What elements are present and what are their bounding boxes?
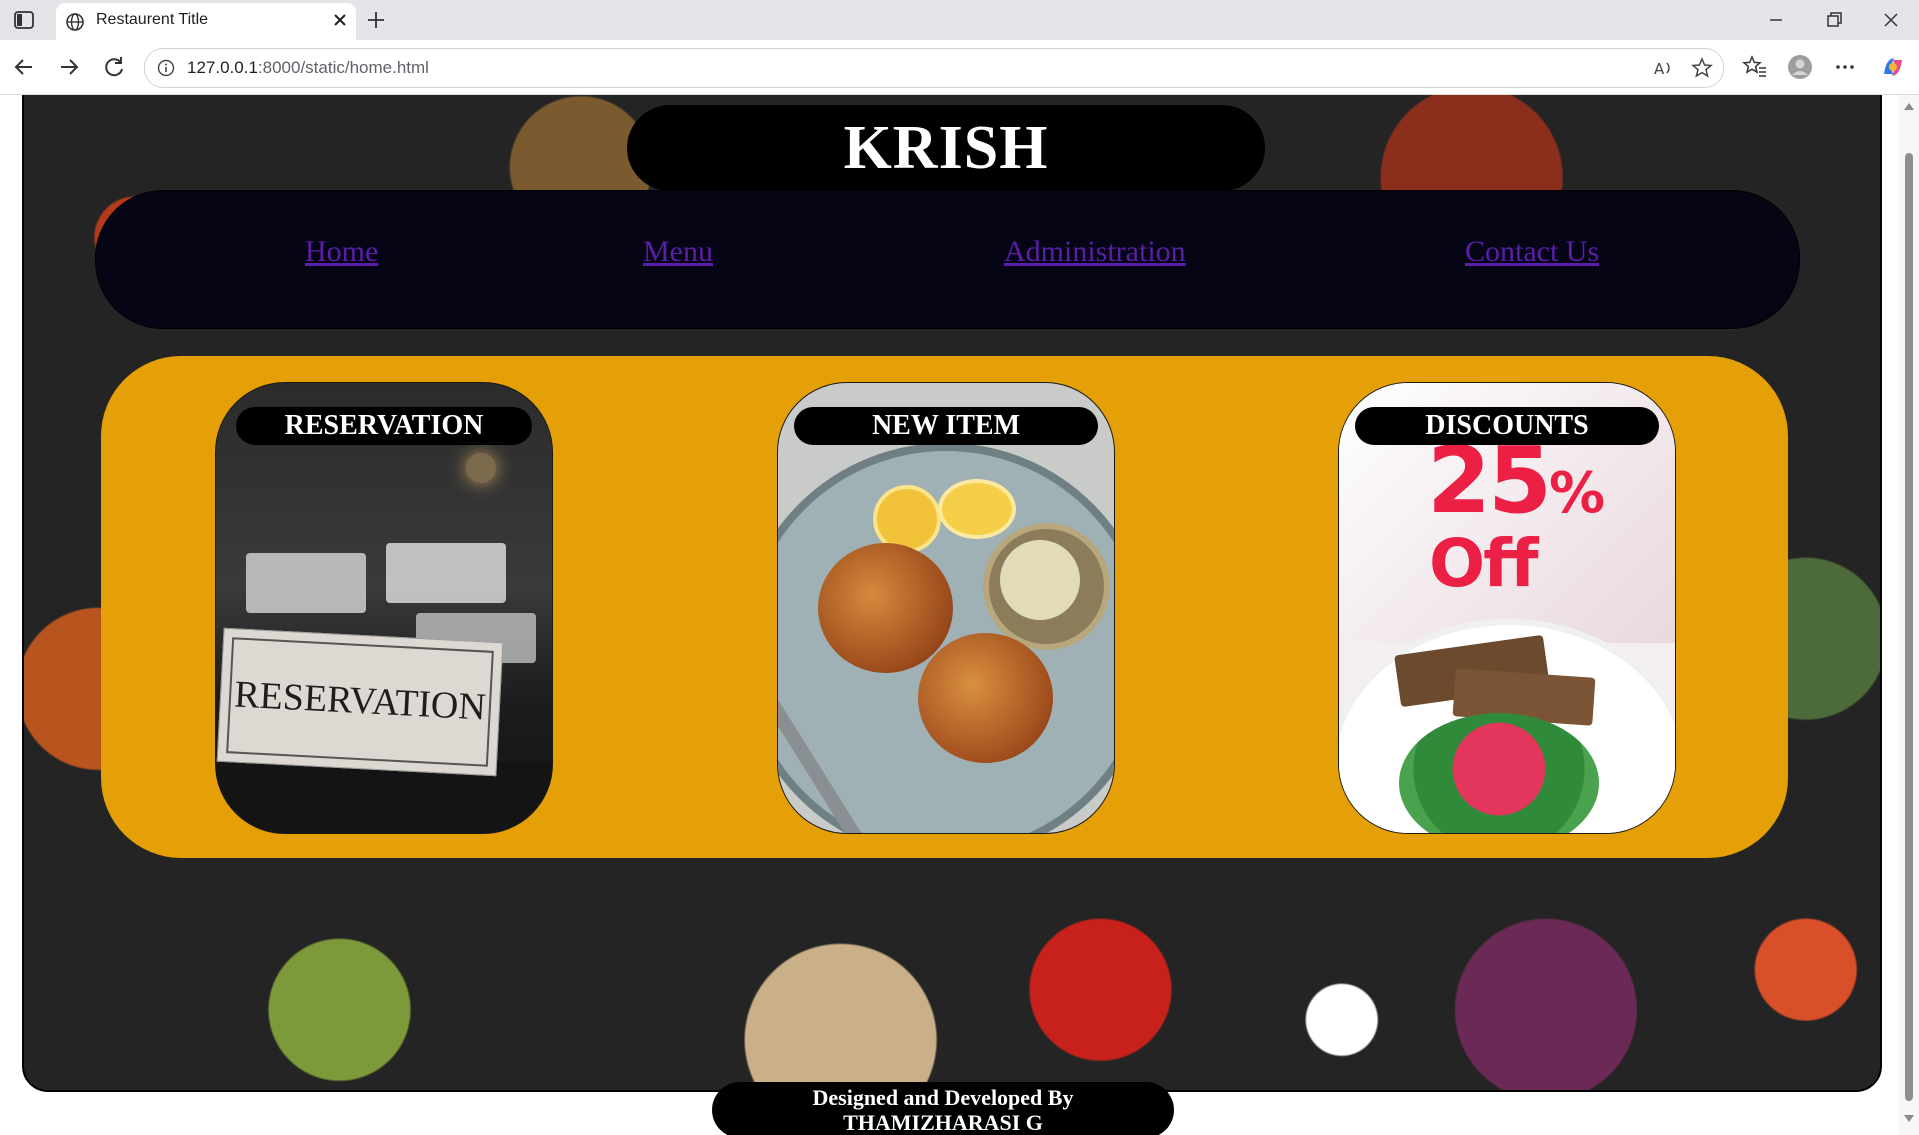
forward-icon[interactable] [55,53,83,81]
discounts-card-label: DISCOUNTS [1355,407,1659,445]
reservation-sign-image: RESERVATION [216,627,504,777]
feature-panel: RESERVATION RESERVATION NEW ITEM 25% Off… [101,356,1788,858]
discount-percent: 25% [1427,427,1605,534]
window-close-icon[interactable] [1879,8,1903,32]
url-field[interactable]: 127.0.0.1:8000/static/home.html A [144,48,1724,88]
nav-administration-link[interactable]: Administration [1004,235,1186,269]
minimize-icon[interactable] [1764,8,1788,32]
discounts-card[interactable]: 25% Off DISCOUNTS [1338,382,1676,834]
footer-credit: Designed and Developed By THAMIZHARASI G [712,1082,1174,1135]
read-aloud-icon[interactable]: A [1652,57,1674,79]
reservation-sign-text: RESERVATION [226,637,494,767]
fish-cake-image [918,633,1053,763]
lamp-decor [466,453,496,483]
globe-icon [66,13,84,31]
more-icon[interactable] [1832,54,1858,80]
sauce-image [1000,540,1080,620]
plus-icon[interactable] [364,8,388,32]
close-icon[interactable] [328,8,352,32]
scroll-down-icon[interactable] [1904,1115,1914,1122]
hero-section: KRISH Home Menu Administration Contact U… [22,95,1882,1092]
new-item-card[interactable]: NEW ITEM [777,382,1115,834]
refresh-icon[interactable] [100,53,128,81]
main-nav: Home Menu Administration Contact Us [95,190,1800,329]
browser-tab[interactable]: Restaurent Title [56,3,356,40]
table-decor [386,543,506,603]
svg-text:A: A [1654,60,1665,78]
footer-line-1: Designed and Developed By [812,1085,1074,1110]
fish-cake-image [818,543,953,673]
scrollbar[interactable] [1899,95,1919,1135]
address-bar: 127.0.0.1:8000/static/home.html A [0,40,1919,95]
footer-line-2: THAMIZHARASI G [843,1110,1043,1135]
url-text: 127.0.0.1:8000/static/home.html [187,58,429,77]
table-decor [246,553,366,613]
info-icon[interactable] [157,59,175,77]
tab-bar: Restaurent Title [0,0,1919,40]
scrollbar-thumb[interactable] [1905,153,1913,1101]
back-icon[interactable] [10,53,38,81]
copilot-icon[interactable] [1880,54,1906,80]
table-top-decor [216,763,552,833]
lemon-image [938,479,1016,539]
brand-banner: KRISH [627,105,1265,191]
brand-title: KRISH [843,114,1049,182]
nav-home-link[interactable]: Home [305,235,378,269]
reservation-card[interactable]: RESERVATION RESERVATION [215,382,553,834]
favorites-icon[interactable] [1742,54,1768,80]
profile-icon[interactable] [1787,54,1813,80]
sidebar-icon[interactable] [12,9,36,31]
new-item-card-label: NEW ITEM [794,407,1098,445]
restore-icon[interactable] [1822,8,1846,32]
nav-contact-us-link[interactable]: Contact Us [1465,235,1599,269]
tab-title: Restaurent Title [96,11,209,28]
star-icon[interactable] [1691,57,1713,79]
page-viewport: KRISH Home Menu Administration Contact U… [0,95,1919,1135]
discount-off-text: Off [1429,525,1539,602]
reservation-card-label: RESERVATION [236,407,532,445]
scroll-up-icon[interactable] [1904,103,1914,110]
nav-menu-link[interactable]: Menu [643,235,713,269]
